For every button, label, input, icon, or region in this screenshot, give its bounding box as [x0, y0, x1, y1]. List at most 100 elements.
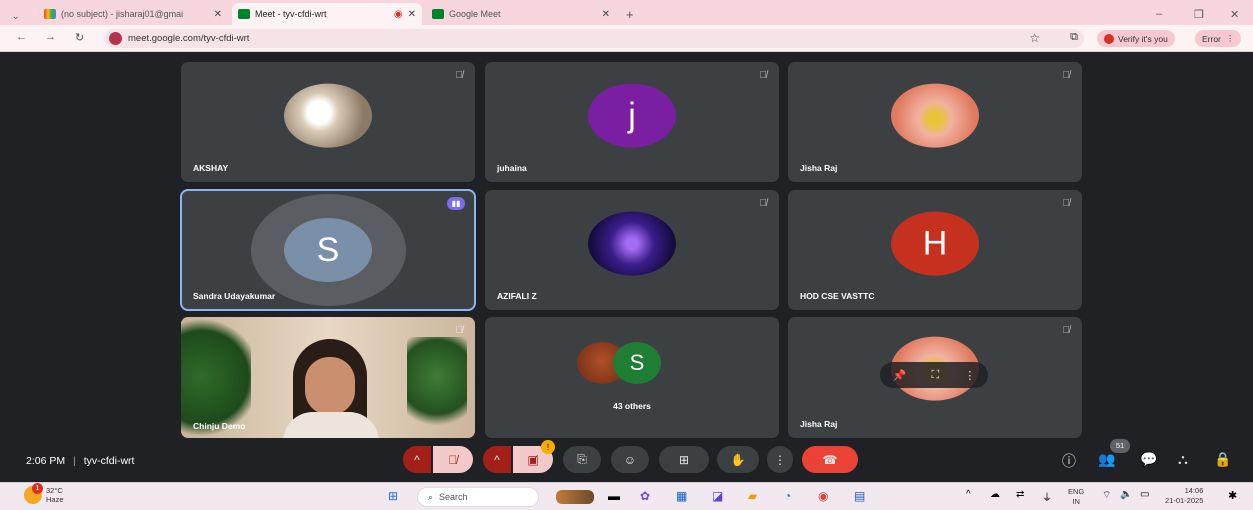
participant-tile[interactable]: 📌 ⛶ ⋮ 🎙̸ Jisha Raj — [788, 317, 1082, 438]
people-icon[interactable]: 👥 — [1098, 451, 1115, 468]
wifi-icon[interactable]: ⌔ — [1102, 489, 1111, 502]
minimize-icon[interactable]: – — [1150, 3, 1168, 25]
camera-options-button[interactable]: ^ — [483, 446, 511, 473]
tab-meet[interactable]: Meet - tyv-cfdi-wrt ◉ ✕ — [232, 3, 422, 25]
chrome-icon[interactable]: ◉ — [818, 489, 828, 503]
copilot-icon[interactable]: ✿ — [640, 489, 650, 503]
mic-off-icon: 🎙̸ — [455, 325, 464, 336]
lang-bottom: IN — [1072, 497, 1080, 506]
weather-badge: 1 — [32, 483, 43, 494]
clock[interactable]: 14:06 21-01-2025 — [1165, 486, 1203, 506]
verify-button[interactable]: Verify it's you — [1097, 30, 1175, 47]
participant-tile[interactable]: S ▮▮ Sandra Udayakumar — [180, 189, 476, 311]
host-controls-icon[interactable]: 🔒 — [1214, 451, 1231, 468]
avatar — [588, 211, 676, 276]
participant-name: HOD CSE VASTTC — [800, 291, 875, 301]
raise-hand-button[interactable]: ✋ — [717, 446, 759, 473]
participant-grid: 🎙̸ AKSHAY j 🎙̸ juhaina 🎙̸ Jisha Raj S ▮▮… — [0, 52, 1253, 442]
volume-icon[interactable]: 🔈 — [1120, 489, 1132, 500]
show-hidden-icons-icon[interactable]: ^ — [966, 489, 971, 500]
site-info-icon[interactable] — [109, 32, 122, 45]
warning-badge: ! — [541, 440, 555, 454]
others-tile[interactable]: S 43 others — [485, 317, 779, 438]
bookmark-star-icon[interactable]: ☆ — [1029, 31, 1040, 45]
participant-tile[interactable]: 🎙̸ Jisha Raj — [788, 62, 1082, 182]
people-count-badge: 51 — [1110, 439, 1130, 453]
notifications-icon[interactable]: ✱ — [1228, 489, 1237, 502]
menu-icon[interactable]: ⋮ — [1226, 33, 1235, 44]
language-indicator[interactable]: ENG IN — [1068, 487, 1084, 507]
mic-off-icon: 🎙̸ — [1062, 198, 1071, 209]
mic-off-icon: 🎙̸ — [759, 70, 768, 81]
participant-tile[interactable]: j 🎙̸ juhaina — [485, 62, 779, 182]
back-icon[interactable]: ← — [16, 31, 27, 43]
tab-google-meet[interactable]: Google Meet ✕ — [426, 3, 616, 25]
participant-tile[interactable]: H 🎙̸ HOD CSE VASTTC — [788, 190, 1082, 310]
close-tab-icon[interactable]: ✕ — [408, 9, 416, 20]
new-tab-icon[interactable]: + — [620, 3, 640, 25]
mic-off-icon: 🎙̸ — [448, 452, 458, 467]
emoji-icon: ☺ — [623, 452, 637, 467]
weather-widget[interactable]: 1 32°C Haze — [24, 483, 64, 504]
present-screen-icon: ⊞ — [678, 452, 690, 467]
weather-temp: 32°C — [46, 486, 63, 495]
plant-left — [181, 317, 251, 438]
extensions-icon[interactable]: ⧉ — [1070, 31, 1078, 44]
others-count: 43 others — [613, 401, 651, 411]
close-tab-icon[interactable]: ✕ — [214, 9, 222, 20]
mic-options-button[interactable]: ^ — [403, 446, 431, 473]
avatar: j — [588, 83, 676, 148]
meeting-details-icon[interactable]: ⓘ — [1062, 451, 1076, 471]
chevron-up-icon: ^ — [494, 452, 500, 467]
windows-taskbar: 1 32°C Haze ⊞ ⌕ Search ▬ ✿ ▦ ◪ ▰ ◔ ◉ ▤ ^… — [0, 482, 1253, 510]
word-icon[interactable]: ▤ — [854, 489, 865, 503]
avatar — [284, 83, 372, 148]
more-options-button[interactable]: ⋮ — [767, 446, 793, 473]
present-button[interactable]: ⊞ — [659, 446, 709, 473]
store-icon[interactable]: ▦ — [676, 489, 687, 503]
reload-icon[interactable]: ↻ — [75, 31, 84, 44]
taskbar-search[interactable]: ⌕ Search — [417, 487, 539, 507]
close-tab-icon[interactable]: ✕ — [602, 9, 610, 20]
mic-off-icon: 🎙̸ — [455, 70, 464, 81]
tab-list-chevron-icon[interactable]: ⌄ — [4, 5, 28, 27]
onedrive-icon[interactable]: ☁ — [990, 489, 1000, 500]
reactions-button[interactable]: ☺ — [611, 446, 649, 473]
meeting-code: tyv-cfdi-wrt — [83, 455, 135, 467]
hang-up-icon: ☎ — [822, 452, 838, 467]
error-label: Error — [1202, 33, 1221, 44]
participant-video-tile[interactable]: 🎙̸ Chinju Demo — [181, 317, 475, 438]
participant-tile[interactable]: 🎙̸ AZIFALI Z — [485, 190, 779, 310]
task-view-icon[interactable]: ▬ — [608, 489, 620, 503]
leave-call-button[interactable]: ☎ — [802, 446, 858, 473]
captions-button[interactable]: ⎘ — [563, 446, 601, 473]
error-button[interactable]: Error ⋮ — [1195, 30, 1242, 47]
close-window-icon[interactable]: ✕ — [1224, 3, 1245, 25]
photos-icon[interactable]: ◪ — [712, 489, 723, 503]
more-options-icon[interactable]: ⋮ — [964, 369, 975, 382]
forward-icon[interactable]: → — [45, 31, 56, 43]
camera-toggle-button[interactable]: ▣̸ ! — [513, 440, 555, 473]
participant-tile[interactable]: 🎙̸ AKSHAY — [181, 62, 475, 182]
windows-start-icon[interactable]: ⊞ — [388, 489, 398, 503]
pin-icon[interactable]: 📌 — [893, 369, 907, 382]
mic-off-icon: 🎙̸ — [1062, 325, 1071, 336]
maximize-icon[interactable]: ❐ — [1188, 3, 1210, 25]
chat-icon[interactable]: 💬 — [1140, 451, 1157, 468]
participant-name: Jisha Raj — [800, 163, 838, 173]
file-explorer-icon[interactable]: ▰ — [748, 489, 757, 503]
edge-icon[interactable]: ◔ — [784, 489, 791, 503]
url-field[interactable]: meet.google.com/tyv-cfdi-wrt ☆ ⧉ — [104, 29, 1084, 48]
fullscreen-icon[interactable]: ⛶ — [931, 369, 939, 382]
taskbar-app-icon[interactable] — [556, 490, 594, 504]
battery-icon[interactable]: ▭ — [1140, 489, 1149, 500]
meet-icon — [432, 9, 444, 19]
activities-icon[interactable]: ⛬ — [1178, 451, 1188, 468]
meet-icon — [238, 9, 250, 19]
tab-title: Google Meet — [449, 9, 501, 19]
network-app-icon[interactable]: ⇄ — [1016, 489, 1024, 500]
participant-name: AZIFALI Z — [497, 291, 537, 301]
mic-toggle-button[interactable]: 🎙̸ — [433, 446, 473, 473]
usb-icon[interactable]: ⏚ — [1042, 489, 1052, 504]
tab-gmail[interactable]: (no subject) - jisharaj01@gmai ✕ — [38, 3, 228, 25]
